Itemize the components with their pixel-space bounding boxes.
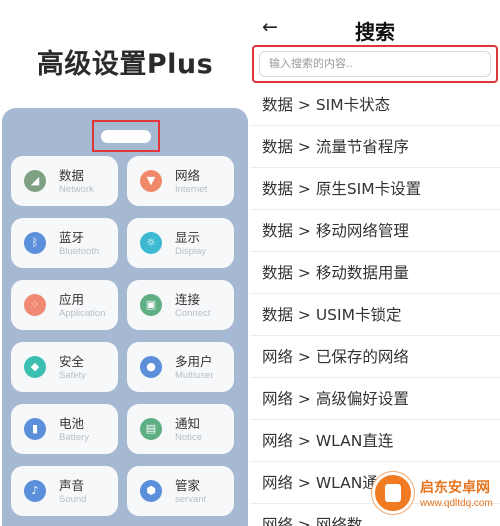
tile-safety[interactable]: ◆ 安全 Safety: [11, 342, 118, 392]
results-list: 数据 > SIM卡状态 数据 > 流量节省程序 数据 > 原生SIM卡设置 数据 > …: [250, 84, 500, 526]
result-item[interactable]: 数据 > 流量节省程序: [250, 126, 500, 168]
result-item[interactable]: 数据 > 移动网络管理: [250, 210, 500, 252]
highlight-box: [92, 120, 160, 152]
tile-sublabel: Bluetooth: [59, 246, 100, 257]
tile-sublabel: servant: [175, 494, 207, 505]
result-item[interactable]: 网络 > WLAN直连: [250, 420, 500, 462]
tile-label: 网络: [175, 168, 201, 183]
tile-battery[interactable]: ▮ 电池 Battery: [11, 404, 118, 454]
tile-label: 安全: [59, 354, 85, 369]
page-title: 高级设置Plus: [36, 49, 214, 80]
box-icon: ⬢: [140, 480, 162, 502]
watermark-url: www.qdltdq.com: [420, 498, 493, 509]
tile-display[interactable]: ☼ 显示 Display: [127, 218, 234, 268]
tile-label: 电池: [59, 416, 85, 431]
notice-icon: ▤: [140, 418, 162, 440]
tile-label: 蓝牙: [59, 230, 85, 245]
search-highlight-box: 输入搜索的内容..: [252, 45, 498, 83]
tile-sublabel: Application: [59, 308, 106, 319]
search-pill[interactable]: [101, 130, 151, 143]
bluetooth-icon: ᛒ: [24, 232, 46, 254]
search-panel: ← 搜索 输入搜索的内容.. 数据 > SIM卡状态 数据 > 流量节省程序 数据 …: [250, 0, 500, 526]
result-item[interactable]: 数据 > 移动数据用量: [250, 252, 500, 294]
tile-label: 多用户: [175, 354, 213, 369]
tile-label: 连接: [175, 292, 201, 307]
tile-sublabel: Display: [175, 246, 207, 257]
shield-icon: ◆: [24, 356, 46, 378]
tile-application[interactable]: ⁘ 应用 Application: [11, 280, 118, 330]
search-input[interactable]: 输入搜索的内容..: [259, 51, 491, 77]
tile-sublabel: Battery: [59, 432, 90, 443]
connect-icon: ▣: [140, 294, 162, 316]
tile-label: 声音: [59, 478, 85, 493]
tile-sublabel: Notice: [175, 432, 202, 443]
result-item[interactable]: 数据 > 原生SIM卡设置: [250, 168, 500, 210]
tile-sublabel: Internet: [175, 184, 208, 195]
search-title: 搜索: [355, 20, 395, 44]
tile-bluetooth[interactable]: ᛒ 蓝牙 Bluetooth: [11, 218, 118, 268]
result-item[interactable]: 网络 > 高级偏好设置: [250, 378, 500, 420]
tile-sublabel: Connect: [175, 308, 211, 319]
battery-icon: ▮: [24, 418, 46, 440]
display-icon: ☼: [140, 232, 162, 254]
user-icon: ●: [140, 356, 162, 378]
signal-icon: ◢: [24, 170, 46, 192]
apps-icon: ⁘: [24, 294, 46, 316]
tile-sound[interactable]: ♪ 声音 Sound: [11, 466, 118, 516]
tile-notice[interactable]: ▤ 通知 Notice: [127, 404, 234, 454]
tile-label: 管家: [175, 478, 201, 493]
tile-sublabel: Network: [59, 184, 94, 195]
tile-label: 显示: [175, 230, 201, 245]
left-panel: 高级设置Plus ◢ 数据 Network ▼ 网络 Internet ᛒ 蓝牙 Bluetoo…: [0, 0, 250, 526]
tile-label: 数据: [59, 168, 85, 183]
tile-label: 应用: [59, 292, 85, 307]
tile-multiuser[interactable]: ● 多用户 Multiuser: [127, 342, 234, 392]
tile-sublabel: Safety: [59, 370, 86, 381]
wifi-icon: ▼: [140, 170, 162, 192]
tile-network[interactable]: ◢ 数据 Network: [11, 156, 118, 206]
watermark-logo-icon: [372, 472, 414, 514]
tile-sublabel: Multiuser: [175, 370, 214, 381]
watermark-name: 启东安卓网: [420, 480, 490, 496]
tile-internet[interactable]: ▼ 网络 Internet: [127, 156, 234, 206]
tile-label: 通知: [175, 416, 201, 431]
result-item[interactable]: 数据 > USIM卡锁定: [250, 294, 500, 336]
tile-connect[interactable]: ▣ 连接 Connect: [127, 280, 234, 330]
result-item[interactable]: 数据 > SIM卡状态: [250, 84, 500, 126]
mic-icon: ♪: [24, 480, 46, 502]
settings-card: ◢ 数据 Network ▼ 网络 Internet ᛒ 蓝牙 Bluetooth ☼ 显示 Disp…: [2, 108, 248, 526]
tile-sublabel: Sound: [59, 494, 87, 505]
tile-servant[interactable]: ⬢ 管家 servant: [127, 466, 234, 516]
result-item[interactable]: 网络 > 已保存的网络: [250, 336, 500, 378]
watermark: 启东安卓网 www.qdltdq.com: [362, 464, 500, 526]
